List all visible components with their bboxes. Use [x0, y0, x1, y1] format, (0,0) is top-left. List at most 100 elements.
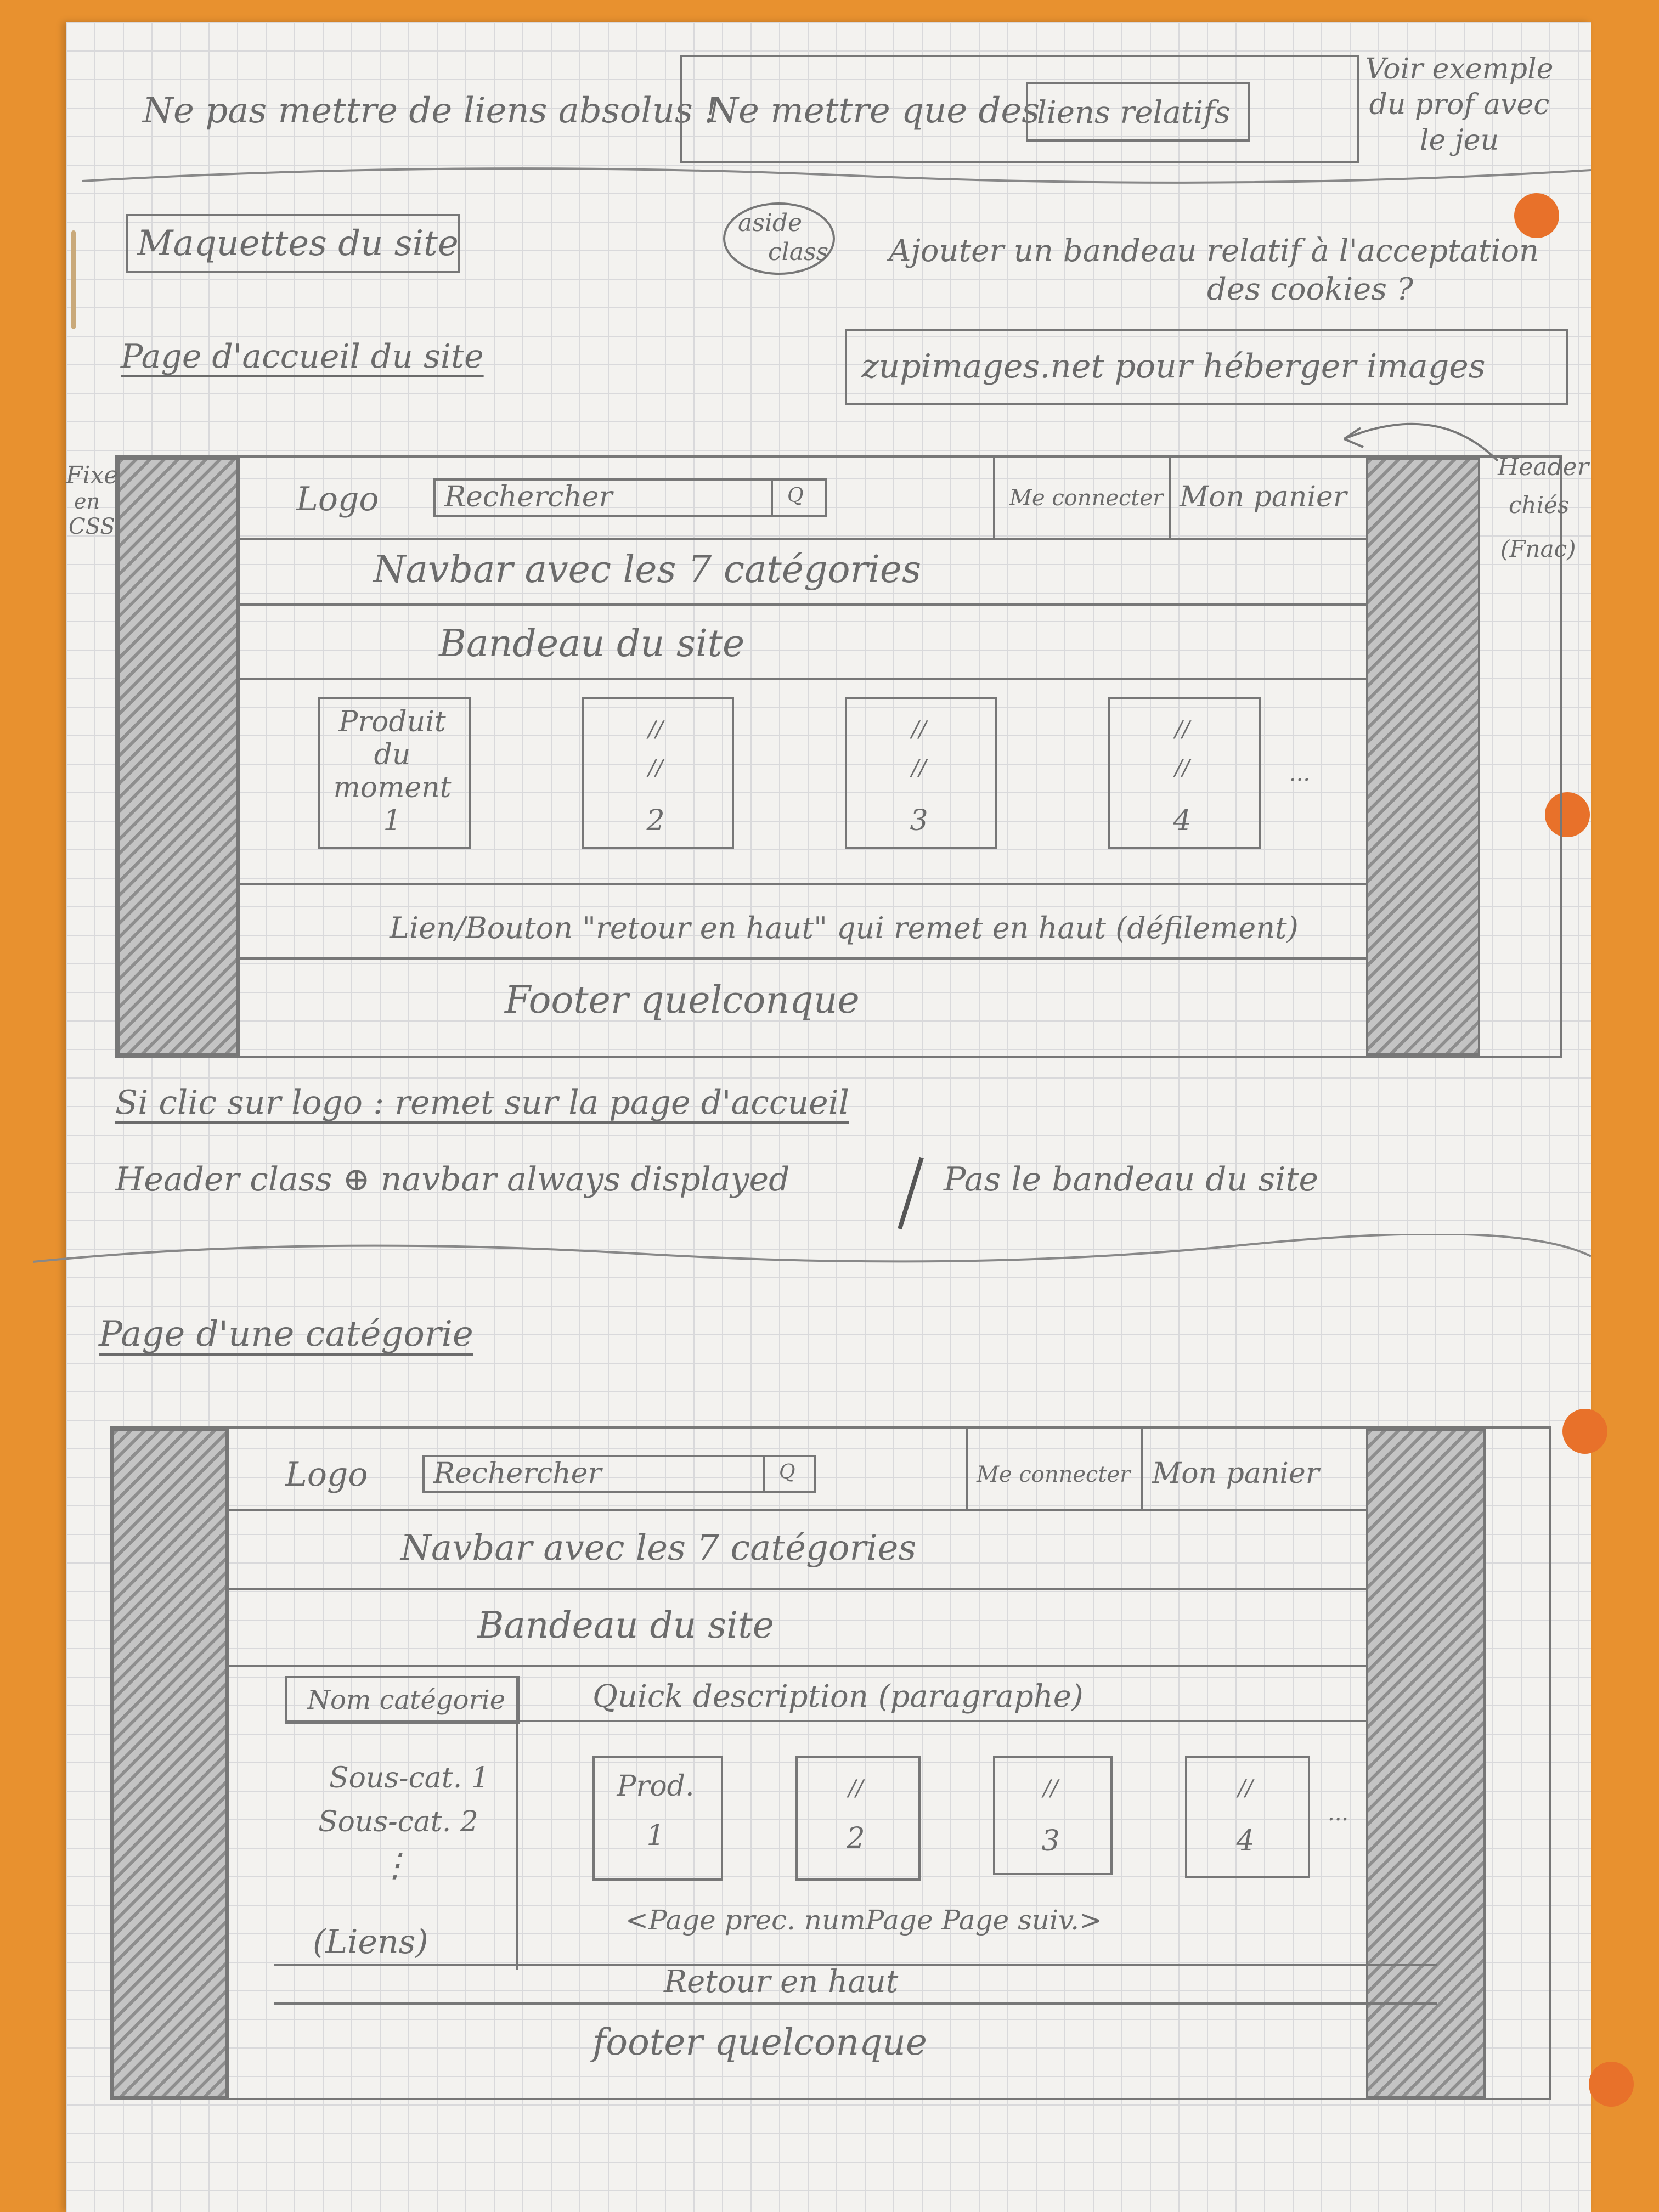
fixe-note-line2: en [74, 489, 100, 514]
more-products-ellipsis: ... [1328, 1801, 1349, 1826]
row-line [236, 883, 1366, 885]
category-logo[interactable]: Logo [285, 1458, 368, 1491]
cookies-note-line1: Ajouter un bandeau relatif à l'acceptati… [889, 233, 1539, 269]
no-banner-note: Pas le bandeau du site [944, 1160, 1319, 1199]
product-3-number: 3 [910, 804, 928, 837]
slash-separator [898, 1156, 924, 1230]
ditto-mark: // [1238, 1776, 1253, 1801]
category-content-right-edge [1366, 1426, 1368, 2096]
category-content-left-edge [225, 1426, 227, 2096]
home-cart-button[interactable]: Mon panier [1180, 483, 1347, 511]
subcategory-link-2[interactable]: Sous-cat. 2 [318, 1808, 478, 1836]
ditto-mark: // [648, 717, 663, 742]
category-footer: footer quelconque [592, 2021, 927, 2063]
home-right-gutter [1366, 458, 1480, 1056]
zupimages-note: zupimages.net pour héberger images [861, 347, 1486, 386]
category-page-title: Page d'une catégorie [99, 1314, 473, 1355]
punch-hole [1589, 2062, 1634, 2107]
header-note-line1: Header [1498, 453, 1589, 481]
fixe-note-line3: CSS [69, 514, 115, 539]
prof-note-line1: Voir exemple [1365, 53, 1554, 86]
row-line [236, 678, 1366, 680]
category-product-1-label: Prod. [617, 1770, 695, 1803]
ditto-mark: // [848, 1776, 864, 1801]
sidebar-divider [516, 1676, 518, 1970]
header-note-line2: chiés [1509, 492, 1570, 518]
login-left-edge [993, 455, 995, 538]
row-line [236, 538, 1366, 540]
category-product-2-number: 2 [847, 1822, 865, 1855]
row-line [225, 1509, 1366, 1511]
ditto-mark: // [1043, 1776, 1058, 1801]
home-left-gutter [117, 458, 240, 1056]
category-banner: Bandeau du site [477, 1604, 774, 1646]
ditto-mark: // [1175, 755, 1190, 781]
ditto-mark: // [911, 717, 927, 742]
category-search-icon[interactable]: Q [779, 1463, 795, 1482]
product-1-line1: Produit [338, 706, 446, 738]
home-banner: Bandeau du site [439, 622, 745, 665]
class-label: class [768, 238, 829, 266]
product-1-number: 1 [383, 804, 402, 837]
cookies-note-line2: des cookies ? [1207, 272, 1413, 307]
header-class-note: Header class ⊕ navbar always displayed [115, 1160, 790, 1199]
cart-left-edge [1141, 1426, 1143, 1509]
category-name: Nom catégorie [307, 1685, 506, 1716]
ditto-mark: // [911, 755, 927, 781]
home-content-left-edge [236, 455, 238, 1053]
separator-wave [33, 1234, 1591, 1263]
home-navbar[interactable]: Navbar avec les 7 catégories [373, 551, 921, 589]
category-product-4-number: 4 [1236, 1825, 1255, 1858]
category-login-button[interactable]: Me connecter [977, 1464, 1130, 1486]
logo-click-note: Si clic sur logo : remet sur la page d'a… [115, 1084, 849, 1122]
mockups-title: Maquettes du site [137, 223, 459, 264]
row-line [236, 957, 1366, 960]
header-note-line3: (Fnac) [1500, 535, 1576, 562]
category-product-1-number: 1 [646, 1819, 665, 1852]
punch-hole [1562, 1409, 1607, 1454]
category-product-4[interactable] [1185, 1756, 1310, 1878]
row-line [225, 1588, 1366, 1590]
relative-links-prefix: Ne mettre que des [708, 91, 1040, 131]
separator-wave [82, 167, 1591, 184]
ditto-mark: // [648, 755, 663, 781]
search-divider [771, 478, 773, 515]
home-content-right-edge [1366, 455, 1368, 1053]
aside-label: aside [738, 209, 803, 237]
search-divider [763, 1455, 765, 1491]
ditto-mark: // [1175, 717, 1190, 742]
product-1-line3: moment [333, 771, 452, 804]
home-search-placeholder: Rechercher [444, 481, 613, 514]
fixe-note-line1: Fixe [66, 461, 119, 489]
subcategory-link-1[interactable]: Sous-cat. 1 [329, 1764, 489, 1792]
category-right-gutter [1366, 1429, 1486, 2098]
row-line [274, 2002, 1437, 2005]
home-page-title: Page d'accueil du site [121, 337, 484, 376]
category-description: Quick description (paragraphe) [592, 1679, 1084, 1714]
home-footer: Footer quelconque [505, 979, 860, 1022]
absolute-links-note: Ne pas mettre de liens absolus ! [143, 91, 718, 131]
row-line [225, 1665, 1366, 1667]
punch-hole [1514, 193, 1559, 238]
home-back-to-top-link[interactable]: Lien/Bouton "retour en haut" qui remet e… [390, 913, 1299, 943]
header-note-arrow [1343, 422, 1499, 462]
relative-links-label: liens relatifs [1037, 95, 1231, 131]
product-2-number: 2 [646, 804, 665, 837]
prof-note-line2: du prof avec [1369, 88, 1550, 121]
category-search-placeholder: Rechercher [433, 1457, 602, 1490]
category-product-2[interactable] [795, 1756, 921, 1881]
product-1-line2: du [374, 738, 411, 771]
sheet-edge [71, 230, 76, 329]
category-back-to-top-link[interactable]: Retour en haut [664, 1967, 898, 1997]
pagination-controls[interactable]: <Page prec. numPage Page suiv.> [625, 1906, 1102, 1934]
login-left-edge [966, 1426, 968, 1509]
home-login-button[interactable]: Me connecter [1009, 487, 1163, 509]
category-navbar[interactable]: Navbar avec les 7 catégories [400, 1531, 916, 1566]
category-cart-button[interactable]: Mon panier [1152, 1459, 1319, 1488]
category-product-3-number: 3 [1041, 1825, 1060, 1858]
category-left-gutter [112, 1429, 229, 2098]
home-logo[interactable]: Logo [296, 483, 379, 516]
subcategory-links-note: (Liens) [313, 1923, 428, 1961]
home-search-icon[interactable]: Q [787, 486, 804, 506]
row-line [236, 603, 1366, 606]
